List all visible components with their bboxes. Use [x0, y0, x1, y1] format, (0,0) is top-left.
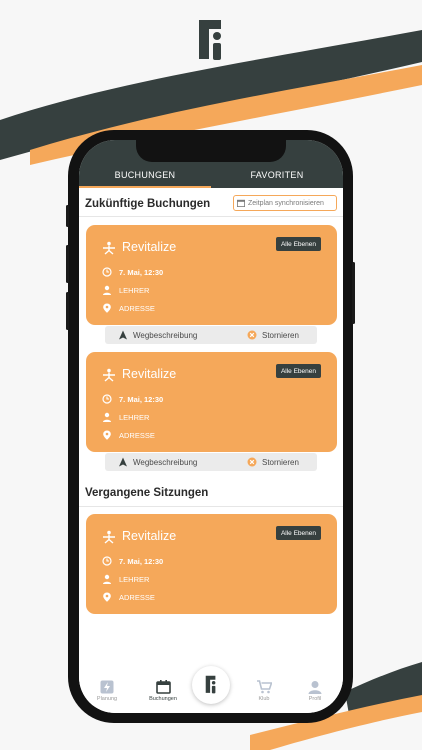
yoga-icon — [103, 368, 115, 382]
brand-logo-icon — [205, 675, 216, 694]
directions-label: Wegbeschreibung — [133, 330, 198, 340]
directions-label: Wegbeschreibung — [133, 457, 198, 467]
tab-bar: BUCHUNGEN FAVORITEN — [79, 140, 343, 188]
nav-buchungen[interactable]: Buchungen — [138, 680, 188, 702]
clock-icon — [102, 556, 112, 566]
person-icon — [103, 574, 111, 584]
directions-button[interactable]: Wegbeschreibung — [118, 330, 197, 340]
nav-home-button[interactable] — [192, 666, 230, 704]
cart-icon — [256, 680, 272, 694]
clock-icon — [102, 394, 112, 404]
past-title: Vergangene Sitzungen — [85, 487, 209, 499]
phone-button — [66, 245, 69, 283]
class-title: Revitalize — [122, 240, 177, 254]
person-icon — [308, 681, 322, 694]
session-date: 7. Mai, 12:30 — [119, 556, 164, 566]
nav-profil[interactable]: Profil — [290, 680, 340, 702]
cancel-label: Stornieren — [262, 457, 299, 467]
booking-card[interactable]: Revitalize Alle Ebenen 7. Mai, 12:30 LEH… — [86, 352, 337, 452]
person-icon — [103, 412, 111, 422]
level-badge: Alle Ebenen — [275, 526, 321, 540]
nav-label: Profil — [308, 696, 322, 702]
booking-card[interactable]: Revitalize Alle Ebenen 7. Mai, 12:30 LEH… — [86, 225, 337, 325]
divider — [79, 506, 343, 507]
nav-label: Klub — [258, 696, 270, 702]
calendar-icon — [155, 680, 171, 694]
tab-buchungen[interactable]: BUCHUNGEN — [79, 170, 211, 180]
phone-button — [66, 205, 69, 227]
nav-planung[interactable]: Planung — [82, 680, 132, 702]
location-pin-icon — [103, 430, 111, 440]
sync-calendar-button[interactable]: Zeitplan synchronisieren — [233, 195, 337, 211]
address-label: ADRESSE — [119, 303, 155, 313]
app-screen: BUCHUNGEN FAVORITEN Zukünftige Buchungen… — [79, 140, 343, 713]
cancel-label: Stornieren — [262, 330, 299, 340]
teacher-label: LEHRER — [119, 412, 150, 422]
notch — [136, 140, 286, 162]
card-actions: Wegbeschreibung Stornieren — [105, 326, 317, 344]
teacher-label: LEHRER — [119, 574, 150, 584]
phone-button — [352, 262, 355, 324]
brand-logo-icon — [199, 20, 221, 60]
clock-icon — [102, 267, 112, 277]
address-label: ADRESSE — [119, 430, 155, 440]
session-date: 7. Mai, 12:30 — [119, 394, 164, 404]
level-badge: Alle Ebenen — [275, 364, 321, 378]
location-pin-icon — [103, 592, 111, 602]
close-circle-icon — [247, 330, 257, 340]
upcoming-title: Zukünftige Buchungen — [85, 198, 211, 210]
lightning-icon — [100, 680, 114, 694]
address-label: ADRESSE — [119, 592, 155, 602]
nav-label: Planung — [96, 696, 118, 702]
cancel-button[interactable]: Stornieren — [247, 457, 299, 467]
directions-button[interactable]: Wegbeschreibung — [118, 457, 197, 467]
level-badge: Alle Ebenen — [275, 237, 321, 251]
yoga-icon — [103, 530, 115, 544]
cancel-button[interactable]: Stornieren — [247, 330, 299, 340]
card-actions: Wegbeschreibung Stornieren — [105, 453, 317, 471]
nav-klub[interactable]: Klub — [239, 680, 289, 702]
navigation-arrow-icon — [119, 330, 127, 340]
teacher-label: LEHRER — [119, 285, 150, 295]
class-title: Revitalize — [122, 367, 177, 381]
person-icon — [103, 285, 111, 295]
divider — [79, 216, 343, 217]
navigation-arrow-icon — [119, 457, 127, 467]
phone-button — [66, 292, 69, 330]
sync-label: Zeitplan synchronisieren — [248, 199, 324, 207]
booking-card[interactable]: Revitalize Alle Ebenen 7. Mai, 12:30 LEH… — [86, 514, 337, 614]
yoga-icon — [103, 241, 115, 255]
nav-label: Buchungen — [149, 696, 177, 702]
tab-indicator — [79, 186, 211, 188]
session-date: 7. Mai, 12:30 — [119, 267, 164, 277]
calendar-icon — [237, 199, 245, 207]
class-title: Revitalize — [122, 529, 177, 543]
tab-favoriten[interactable]: FAVORITEN — [211, 170, 343, 180]
close-circle-icon — [247, 457, 257, 467]
location-pin-icon — [103, 303, 111, 313]
